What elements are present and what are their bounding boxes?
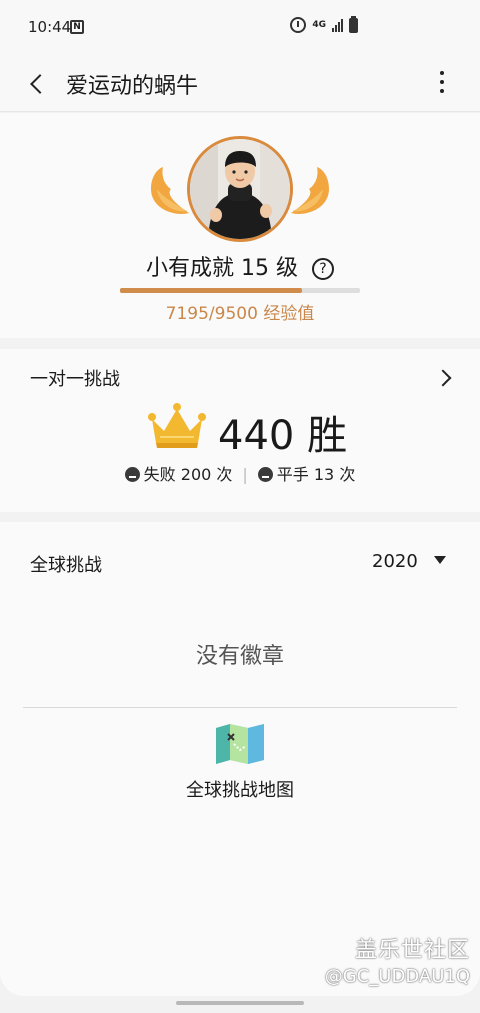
global-title: 全球挑战 bbox=[30, 555, 102, 576]
dropdown-caret-icon bbox=[433, 556, 446, 564]
global-map-link[interactable]: 全球挑战地图 bbox=[0, 776, 480, 802]
more-options-icon[interactable] bbox=[430, 68, 454, 98]
status-time: 10:44 bbox=[28, 18, 72, 36]
draw-face-icon bbox=[257, 467, 273, 482]
watermark: 盖乐世社区 @GC_UDDAU1Q bbox=[325, 932, 470, 987]
watermark-brand: 盖乐世社区 bbox=[354, 938, 470, 963]
year-dropdown[interactable]: 2020 bbox=[372, 551, 446, 572]
loss-count: 失败 200 次 bbox=[143, 465, 233, 484]
notification-icon: N bbox=[70, 20, 84, 34]
divider bbox=[23, 707, 457, 708]
alarm-icon bbox=[290, 17, 307, 33]
crown-icon bbox=[148, 403, 206, 448]
duel-stats: 失败 200 次 | 平手 13 次 bbox=[0, 461, 480, 485]
exp-progress-fill bbox=[120, 288, 302, 293]
page-title: 爱运动的蜗牛 bbox=[66, 74, 199, 99]
global-challenge-card: 全球挑战 2020 没有徽章 全球挑战地图 bbox=[0, 522, 480, 996]
empty-badges-text: 没有徽章 bbox=[195, 644, 284, 669]
exp-progress-bar bbox=[120, 288, 360, 293]
right-wing-icon bbox=[291, 167, 329, 214]
wins-count: 440 胜 bbox=[218, 413, 348, 459]
level-text: 小有成就 15 级 bbox=[146, 256, 298, 281]
chevron-right-icon[interactable] bbox=[434, 367, 458, 391]
duel-title: 一对一挑战 bbox=[30, 369, 120, 390]
profile-card: 小有成就 15 级? 7195/9500 经验值 bbox=[0, 113, 480, 338]
loss-face-icon bbox=[124, 467, 140, 482]
map-icon[interactable] bbox=[214, 722, 266, 766]
signal-icon bbox=[332, 18, 343, 32]
left-wing-icon bbox=[151, 167, 189, 214]
home-indicator[interactable] bbox=[176, 1001, 304, 1005]
stats-separator: | bbox=[242, 465, 248, 484]
app-bar: 爱运动的蜗牛 bbox=[0, 56, 480, 112]
level-row: 小有成就 15 级? bbox=[0, 250, 480, 282]
battery-icon bbox=[349, 15, 358, 33]
exp-text: 7195/9500 经验值 bbox=[165, 304, 315, 324]
network-label: 4G bbox=[312, 20, 326, 30]
back-icon[interactable] bbox=[24, 70, 52, 98]
duel-card[interactable]: 一对一挑战 440 胜 失败 200 次 | 平手 13 次 bbox=[0, 349, 480, 512]
status-icons: 4G bbox=[290, 15, 358, 33]
draw-count: 平手 13 次 bbox=[276, 465, 356, 484]
status-bar: 10:44 N 4G bbox=[0, 0, 480, 56]
help-icon[interactable]: ? bbox=[311, 258, 334, 280]
year-value: 2020 bbox=[372, 551, 418, 572]
avatar[interactable] bbox=[187, 136, 293, 242]
watermark-user: @GC_UDDAU1Q bbox=[324, 966, 470, 987]
avatar-photo bbox=[190, 139, 290, 239]
